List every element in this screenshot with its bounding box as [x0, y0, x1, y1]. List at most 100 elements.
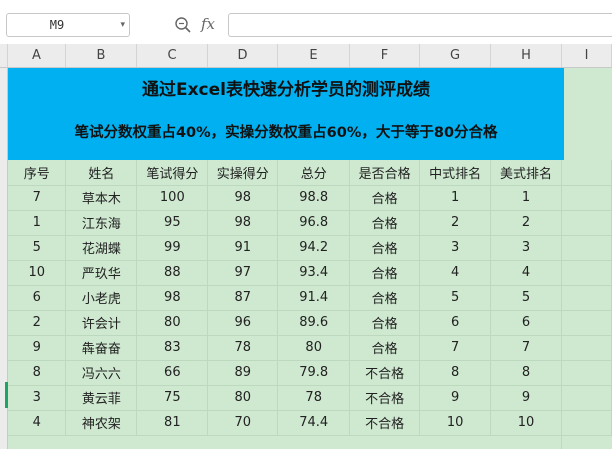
- cell-chinese-rank[interactable]: 9: [419, 385, 492, 411]
- cell-total-score[interactable]: 96.8: [277, 210, 351, 236]
- cell-practical-score[interactable]: 98: [207, 185, 279, 211]
- cell-seq[interactable]: 5: [8, 235, 67, 261]
- header-cell-written-score[interactable]: 笔试得分: [136, 160, 209, 186]
- cell-practical-score[interactable]: 70: [207, 410, 279, 436]
- cell-pass-status[interactable]: 合格: [349, 335, 421, 361]
- cell-us-rank[interactable]: 5: [490, 285, 563, 311]
- empty-cell[interactable]: [561, 210, 612, 236]
- header-cell-name[interactable]: 姓名: [65, 160, 138, 186]
- cell-name[interactable]: 江东海: [65, 210, 138, 236]
- cell-pass-status[interactable]: 合格: [349, 310, 421, 336]
- column-header-i[interactable]: I: [562, 44, 612, 67]
- cell-us-rank[interactable]: 2: [490, 210, 563, 236]
- cell-total-score[interactable]: 89.6: [277, 310, 351, 336]
- cell-written-score[interactable]: 75: [136, 385, 209, 411]
- cell-total-score[interactable]: 91.4: [277, 285, 351, 311]
- cell-pass-status[interactable]: 合格: [349, 210, 421, 236]
- cell-us-rank[interactable]: 7: [490, 335, 563, 361]
- fx-icon[interactable]: fx: [201, 14, 215, 34]
- column-header-h[interactable]: H: [491, 44, 562, 67]
- cell-practical-score[interactable]: 78: [207, 335, 279, 361]
- cell-practical-score[interactable]: 98: [207, 210, 279, 236]
- cell-written-score[interactable]: 81: [136, 410, 209, 436]
- cell-chinese-rank[interactable]: 7: [419, 335, 492, 361]
- cell-seq[interactable]: 4: [8, 410, 67, 436]
- cell-us-rank[interactable]: 6: [490, 310, 563, 336]
- empty-cell[interactable]: [561, 185, 612, 211]
- cell-pass-status[interactable]: 合格: [349, 235, 421, 261]
- cell-practical-score[interactable]: 87: [207, 285, 279, 311]
- cell-written-score[interactable]: 83: [136, 335, 209, 361]
- cell-written-score[interactable]: 66: [136, 360, 209, 386]
- cell-chinese-rank[interactable]: 1: [419, 185, 492, 211]
- formula-input[interactable]: [228, 13, 612, 37]
- cell-name[interactable]: 神农架: [65, 410, 138, 436]
- cell-chinese-rank[interactable]: 10: [419, 410, 492, 436]
- cell-chinese-rank[interactable]: 6: [419, 310, 492, 336]
- empty-cell[interactable]: [561, 310, 612, 336]
- cell-seq[interactable]: 3: [8, 385, 67, 411]
- empty-cell[interactable]: [561, 160, 612, 186]
- cell-name[interactable]: 严玖华: [65, 260, 138, 286]
- empty-cell[interactable]: [561, 335, 612, 361]
- empty-cell[interactable]: [561, 360, 612, 386]
- header-cell-total-score[interactable]: 总分: [277, 160, 351, 186]
- cell-name[interactable]: 冯六六: [65, 360, 138, 386]
- cell-practical-score[interactable]: 91: [207, 235, 279, 261]
- cell-pass-status[interactable]: 不合格: [349, 360, 421, 386]
- header-cell-seq[interactable]: 序号: [8, 160, 67, 186]
- cell-us-rank[interactable]: 4: [490, 260, 563, 286]
- cell-written-score[interactable]: 99: [136, 235, 209, 261]
- cell-practical-score[interactable]: 89: [207, 360, 279, 386]
- cell-written-score[interactable]: 88: [136, 260, 209, 286]
- cell-us-rank[interactable]: 10: [490, 410, 563, 436]
- cell-written-score[interactable]: 98: [136, 285, 209, 311]
- cell-us-rank[interactable]: 8: [490, 360, 563, 386]
- cell-pass-status[interactable]: 合格: [349, 185, 421, 211]
- cell-total-score[interactable]: 78: [277, 385, 351, 411]
- cell-chinese-rank[interactable]: 5: [419, 285, 492, 311]
- cell-us-rank[interactable]: 1: [490, 185, 563, 211]
- empty-cell[interactable]: [561, 410, 612, 436]
- cell-chinese-rank[interactable]: 3: [419, 235, 492, 261]
- cell-written-score[interactable]: 95: [136, 210, 209, 236]
- cell-seq[interactable]: 2: [8, 310, 67, 336]
- empty-cell[interactable]: [561, 235, 612, 261]
- cell-name[interactable]: 花湖蝶: [65, 235, 138, 261]
- column-header-d[interactable]: D: [208, 44, 278, 67]
- cell-total-score[interactable]: 98.8: [277, 185, 351, 211]
- empty-cell[interactable]: [561, 385, 612, 411]
- cell-name[interactable]: 黄云菲: [65, 385, 138, 411]
- cell-written-score[interactable]: 100: [136, 185, 209, 211]
- cell-seq[interactable]: 10: [8, 260, 67, 286]
- header-cell-pass-status[interactable]: 是否合格: [349, 160, 421, 186]
- cell-seq[interactable]: 7: [8, 185, 67, 211]
- cell-name[interactable]: 小老虎: [65, 285, 138, 311]
- header-cell-practical-score[interactable]: 实操得分: [207, 160, 279, 186]
- cell-name[interactable]: 犇奋奋: [65, 335, 138, 361]
- name-box[interactable]: M9 ▾: [6, 13, 130, 37]
- select-all-corner[interactable]: [0, 44, 8, 67]
- cell-practical-score[interactable]: 97: [207, 260, 279, 286]
- cell-pass-status[interactable]: 合格: [349, 285, 421, 311]
- cell-pass-status[interactable]: 不合格: [349, 385, 421, 411]
- cell-written-score[interactable]: 80: [136, 310, 209, 336]
- empty-cell[interactable]: [561, 260, 612, 286]
- cell-practical-score[interactable]: 80: [207, 385, 279, 411]
- cell-pass-status[interactable]: 不合格: [349, 410, 421, 436]
- cell-chinese-rank[interactable]: 8: [419, 360, 492, 386]
- column-header-g[interactable]: G: [420, 44, 491, 67]
- cell-seq[interactable]: 8: [8, 360, 67, 386]
- cell-pass-status[interactable]: 合格: [349, 260, 421, 286]
- header-cell-chinese-rank[interactable]: 中式排名: [419, 160, 492, 186]
- column-header-e[interactable]: E: [278, 44, 350, 67]
- title-band[interactable]: 通过Excel表快速分析学员的测评成绩 笔试分数权重占40%，实操分数权重占60…: [8, 68, 564, 160]
- column-header-b[interactable]: B: [66, 44, 137, 67]
- cell-total-score[interactable]: 94.2: [277, 235, 351, 261]
- cell-seq[interactable]: 9: [8, 335, 67, 361]
- cell-name[interactable]: 许会计: [65, 310, 138, 336]
- cell-total-score[interactable]: 93.4: [277, 260, 351, 286]
- cell-us-rank[interactable]: 9: [490, 385, 563, 411]
- row-header-strip[interactable]: [0, 68, 8, 449]
- cell-total-score[interactable]: 80: [277, 335, 351, 361]
